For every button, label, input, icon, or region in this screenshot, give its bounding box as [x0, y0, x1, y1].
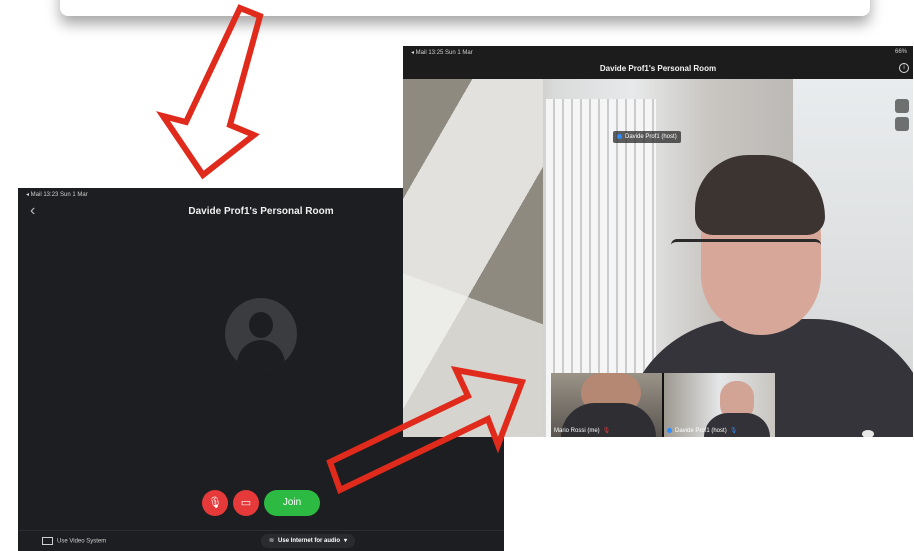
mic-muted-icon: 🎙 — [602, 428, 611, 434]
screen-cast-icon — [42, 537, 53, 545]
wall-papers-background — [403, 79, 543, 437]
thumbnail-self-label: Mario Rossi (me) 🎙 — [554, 427, 610, 434]
avatar-body — [237, 340, 285, 370]
video-off-icon: ▭ — [240, 497, 252, 509]
mic-icon: 🎙 — [729, 428, 738, 434]
top-shadow-strip — [60, 0, 870, 16]
share-icon[interactable] — [895, 117, 909, 131]
info-icon[interactable]: i — [899, 63, 909, 73]
status-bar: ◂ Mail 13:25 Sun 1 Mar — [411, 50, 473, 56]
audio-option-dropdown[interactable]: ≋ Use Internet for audio ▾ — [261, 534, 356, 548]
arrow-down-icon — [156, 4, 264, 180]
wifi-icon: ≋ — [269, 538, 275, 544]
stop-video-button[interactable]: ▭ — [233, 490, 259, 516]
host-dot-icon — [617, 133, 622, 139]
person-glasses — [671, 239, 821, 266]
chat-icon[interactable] — [895, 99, 909, 113]
dropdown-caret-icon: ▾ — [344, 538, 348, 544]
thumbnail-strip: Mario Rossi (me) 🎙 Davide Prof1 (host) 🎙 — [551, 373, 775, 437]
meeting-screen: ◂ Mail 13:25 Sun 1 Mar 66% Davide Prof1'… — [403, 46, 913, 437]
avatar-head — [249, 312, 273, 338]
use-video-system-label: Use Video System — [57, 538, 107, 545]
avatar — [225, 298, 297, 370]
thumbnail-host[interactable]: Davide Prof1 (host) 🎙 — [664, 373, 775, 437]
thumbnail-host-label: Davide Prof1 (host) 🎙 — [667, 427, 737, 434]
audio-option-label: Use Internet for audio — [278, 538, 341, 544]
host-dot-icon — [667, 427, 672, 433]
bottom-bar: Use Video System ≋ Use Internet for audio… — [18, 530, 504, 551]
mute-mic-button[interactable]: 🎙 — [202, 490, 228, 516]
speaker-name: Davide Prof1 (host) — [625, 134, 677, 140]
meeting-title: Davide Prof1's Personal Room — [599, 64, 717, 73]
thumbnail-self[interactable]: Mario Rossi (me) 🎙 — [551, 373, 662, 437]
battery-status: 66% — [894, 49, 907, 55]
active-speaker-label: Davide Prof1 (host) — [613, 131, 681, 143]
hoodie-logo — [862, 430, 874, 437]
use-video-system-button[interactable]: Use Video System — [42, 537, 106, 545]
join-button[interactable]: Join — [264, 490, 320, 516]
status-bar: ◂ Mail 13:23 Sun 1 Mar — [26, 192, 88, 198]
thumbnail-host-name: Davide Prof1 (host) — [675, 428, 727, 434]
mic-off-icon: 🎙 — [208, 497, 222, 509]
thumbnail-self-name: Mario Rossi (me) — [554, 428, 600, 434]
